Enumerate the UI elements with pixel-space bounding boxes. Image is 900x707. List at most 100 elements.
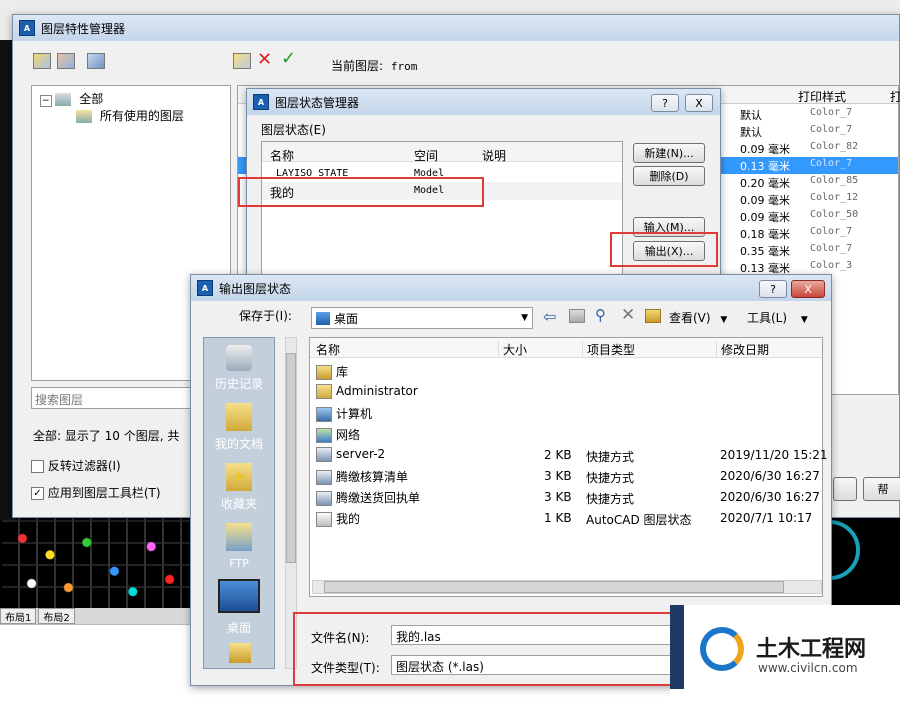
file-row[interactable]: 腾缴核算清单 3 KB 快捷方式 2020/6/30 16:27	[310, 465, 822, 486]
file-row[interactable]: 计算机	[310, 402, 822, 423]
state-manager-titlebar: A 图层状态管理器	[247, 89, 720, 115]
state-close-button[interactable]: X	[685, 94, 713, 112]
file-size: 1 KB	[544, 511, 572, 525]
filetype-dropdown[interactable]: 图层状态 (*.las)	[391, 655, 691, 675]
file-row[interactable]: 腾缴送货回执单 3 KB 快捷方式 2020/6/30 16:27	[310, 486, 822, 507]
file-type: 快捷方式	[586, 471, 635, 485]
layer-lineweight: 0.20 毫米	[740, 177, 790, 190]
filename-input[interactable]: 我的.las	[391, 625, 691, 645]
group-filter-icon[interactable]	[57, 53, 75, 69]
file-name-header[interactable]: 名称	[316, 341, 340, 358]
file-row[interactable]: 库	[310, 360, 822, 381]
place-desktop-label: 桌面	[226, 621, 251, 635]
layer-print-style: Color_50	[810, 209, 859, 220]
layer-states-icon[interactable]	[87, 53, 105, 69]
file-hscroll-thumb[interactable]	[324, 581, 784, 593]
layer-print-style: Color_3	[810, 260, 853, 271]
shortcut-icon	[316, 447, 332, 462]
print-header[interactable]: 打	[890, 88, 900, 105]
current-layer-value: from	[390, 60, 418, 73]
state-space-header[interactable]: 空间	[414, 147, 438, 164]
export-title: 输出图层状态	[219, 281, 292, 296]
ftp-icon	[226, 523, 252, 551]
library-icon	[316, 365, 332, 380]
file-name: 腾缴送货回执单	[336, 491, 421, 505]
export-state-button[interactable]: 输出(X)...	[633, 241, 705, 261]
up-folder-icon[interactable]	[569, 309, 585, 323]
set-current-icon[interactable]: ✓	[281, 50, 296, 68]
tree-root[interactable]: − 全部	[40, 90, 103, 107]
print-style-header[interactable]: 打印样式	[798, 88, 846, 105]
tools-menu[interactable]: 工具(L) ▼	[747, 309, 808, 326]
file-date-header[interactable]: 修改日期	[716, 341, 769, 358]
file-type: AutoCAD 图层状态	[586, 513, 692, 527]
place-favorites[interactable]: ★ 收藏夹	[205, 463, 273, 519]
layer-lineweight: 0.09 毫米	[740, 194, 790, 207]
layer-states-manager: A 图层状态管理器 ? X 图层状态(E) 名称 空间 说明 _LAYISO_S…	[246, 88, 721, 288]
search-layer-input[interactable]: 搜索图层	[31, 387, 191, 409]
new-filter-icon[interactable]	[33, 53, 51, 69]
help-button-bottom[interactable]: 帮	[863, 477, 900, 501]
export-help-button[interactable]: ?	[759, 280, 787, 298]
filename-label: 文件名(N):	[311, 631, 370, 645]
place-desktop[interactable]: 桌面	[205, 579, 273, 637]
tree-child[interactable]: 所有使用的图层	[76, 107, 184, 124]
layer-print-style: Color_85	[810, 175, 859, 186]
state-name-header[interactable]: 名称	[270, 147, 294, 164]
place-favorites-label: 收藏夹	[220, 497, 257, 511]
layer-states-group-label: 图层状态(E)	[261, 123, 326, 137]
file-type-header[interactable]: 项目类型	[582, 341, 635, 358]
state-desc-header[interactable]: 说明	[482, 147, 506, 164]
apply-button-bottom[interactable]	[833, 477, 857, 501]
file-name: Administrator	[336, 384, 418, 398]
layout-tab-1[interactable]: 布局1	[0, 608, 37, 624]
save-in-dropdown[interactable]: 桌面 ▼	[311, 307, 533, 329]
new-state-button[interactable]: 新建(N)...	[633, 143, 705, 163]
file-date: 2019/11/20 15:21	[720, 448, 828, 462]
computer-icon	[316, 407, 332, 422]
file-size-header[interactable]: 大小	[498, 341, 527, 358]
places-scroll-thumb[interactable]	[286, 353, 296, 563]
delete-layer-icon[interactable]: ✕	[257, 51, 272, 69]
autocad-app-icon-2: A	[253, 94, 269, 110]
state-row[interactable]: _LAYISO_STATE Model	[262, 166, 622, 182]
invert-filter-checkbox[interactable]: 反转过滤器(I)	[31, 457, 121, 474]
state-help-button[interactable]: ?	[651, 94, 679, 112]
place-documents[interactable]: 我的文档	[205, 403, 273, 459]
delete-state-button[interactable]: 删除(D)	[633, 166, 705, 186]
layer-lineweight: 0.09 毫米	[740, 211, 790, 224]
export-close-button[interactable]: X	[791, 280, 825, 298]
favorites-icon: ★	[226, 463, 252, 491]
current-layer-caption: 当前图层:	[331, 59, 384, 73]
tree-child-label: 所有使用的图层	[99, 109, 184, 123]
place-more-folder[interactable]	[229, 643, 251, 663]
layer-lineweight: 0.35 毫米	[740, 245, 790, 258]
watermark: 土木工程网 www.civilcn.com	[670, 605, 900, 707]
new-layer-icon[interactable]	[233, 53, 251, 69]
desktop-place-icon	[218, 579, 260, 613]
view-menu[interactable]: 查看(V) ▼	[669, 309, 727, 326]
file-row[interactable]: 网络	[310, 423, 822, 444]
layout-tabs: 布局1 布局2	[0, 608, 200, 624]
import-state-button[interactable]: 输入(M)...	[633, 217, 705, 237]
place-ftp[interactable]: FTP	[205, 523, 273, 579]
layout-tab-2[interactable]: 布局2	[38, 608, 75, 624]
file-row[interactable]: Administrator	[310, 381, 822, 402]
file-row[interactable]: server-2 2 KB 快捷方式 2019/11/20 15:21	[310, 444, 828, 465]
filter-all-icon	[55, 93, 72, 106]
delete-icon[interactable]: ✕	[621, 305, 635, 325]
layer-print-style: Color_7	[810, 124, 853, 135]
file-name: 库	[336, 365, 349, 379]
place-history[interactable]: 历史记录	[205, 345, 273, 399]
state-row[interactable]: 我的 Model	[262, 182, 622, 200]
search-icon[interactable]: ⚲	[595, 306, 606, 324]
autocad-app-icon-3: A	[197, 280, 213, 296]
file-size: 3 KB	[544, 490, 572, 504]
file-row[interactable]: 我的 1 KB AutoCAD 图层状态 2020/7/1 10:17	[310, 507, 822, 528]
layer-lineweight: 默认	[740, 109, 762, 122]
back-icon[interactable]: ⇦	[543, 307, 556, 326]
export-titlebar: A 输出图层状态	[191, 275, 831, 301]
apply-toolbar-checkbox[interactable]: ✓ 应用到图层工具栏(T)	[31, 484, 161, 501]
tools-menu-label: 工具(L)	[747, 311, 788, 325]
new-folder-icon[interactable]	[645, 309, 661, 323]
